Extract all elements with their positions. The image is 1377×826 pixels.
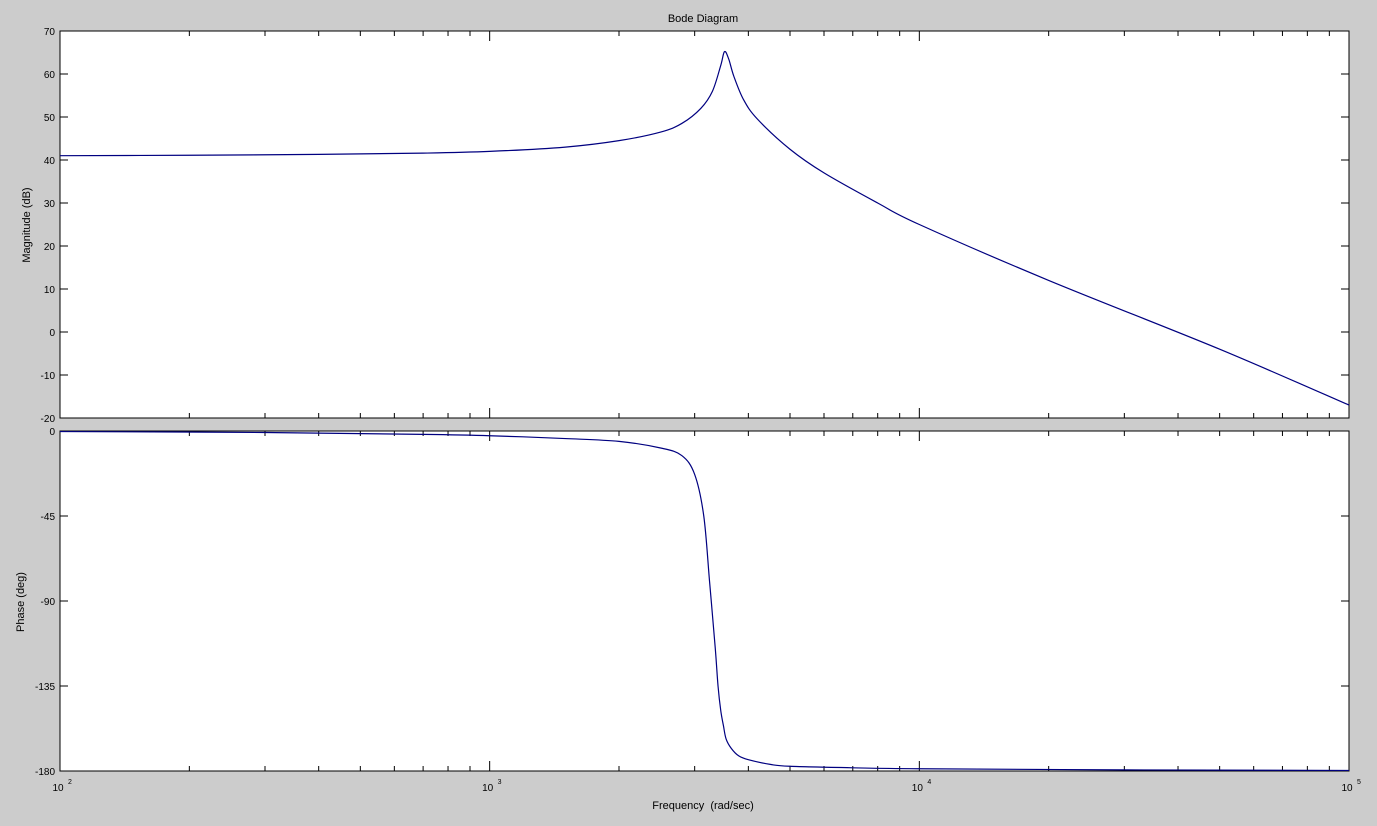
xtick-label-exponent: 3 xyxy=(498,779,502,786)
magnitude-ytick-label: 20 xyxy=(44,242,56,253)
magnitude-ytick-label: 10 xyxy=(44,285,56,296)
phase-plot-area xyxy=(59,430,1350,772)
phase-axes: -180-135-90-450102103104105 xyxy=(35,427,1361,794)
magnitude-axes: -20 -10 0 10 20 30 40 50 60 70 xyxy=(41,27,1350,425)
magnitude-ytick-label: 50 xyxy=(44,113,56,124)
phase-ytick-label: 0 xyxy=(49,427,55,438)
xtick-label-exponent: 2 xyxy=(68,779,72,786)
magnitude-ytick-label: 0 xyxy=(49,328,55,339)
phase-ytick-label: -135 xyxy=(35,682,55,693)
magnitude-plot-area xyxy=(59,30,1350,419)
phase-ytick-label: -45 xyxy=(41,512,56,523)
xtick-label: 10 xyxy=(1341,783,1353,794)
magnitude-ytick-label: 30 xyxy=(44,199,56,210)
magnitude-ytick-label: 70 xyxy=(44,27,56,38)
magnitude-ytick-label: -20 xyxy=(41,414,56,425)
xtick-label: 10 xyxy=(912,783,924,794)
magnitude-ylabel: Magnitude (dB) xyxy=(21,187,33,262)
xtick-label: 10 xyxy=(482,783,494,794)
magnitude-ytick-label: -10 xyxy=(41,371,56,382)
magnitude-ytick-label: 60 xyxy=(44,70,56,81)
x-axis-label: Frequency (rad/sec) xyxy=(652,800,753,812)
bode-figure: Bode Diagram -20-10010203040506070 -180-… xyxy=(0,0,1377,826)
phase-ytick-label: -90 xyxy=(41,597,56,608)
xtick-label-exponent: 5 xyxy=(1357,779,1361,786)
chart-title: Bode Diagram xyxy=(668,13,738,25)
xtick-label-exponent: 4 xyxy=(927,779,931,786)
magnitude-ytick-label: 40 xyxy=(44,156,56,167)
phase-ylabel: Phase (deg) xyxy=(15,572,27,632)
xtick-label: 10 xyxy=(52,783,64,794)
phase-ytick-label: -180 xyxy=(35,767,55,778)
